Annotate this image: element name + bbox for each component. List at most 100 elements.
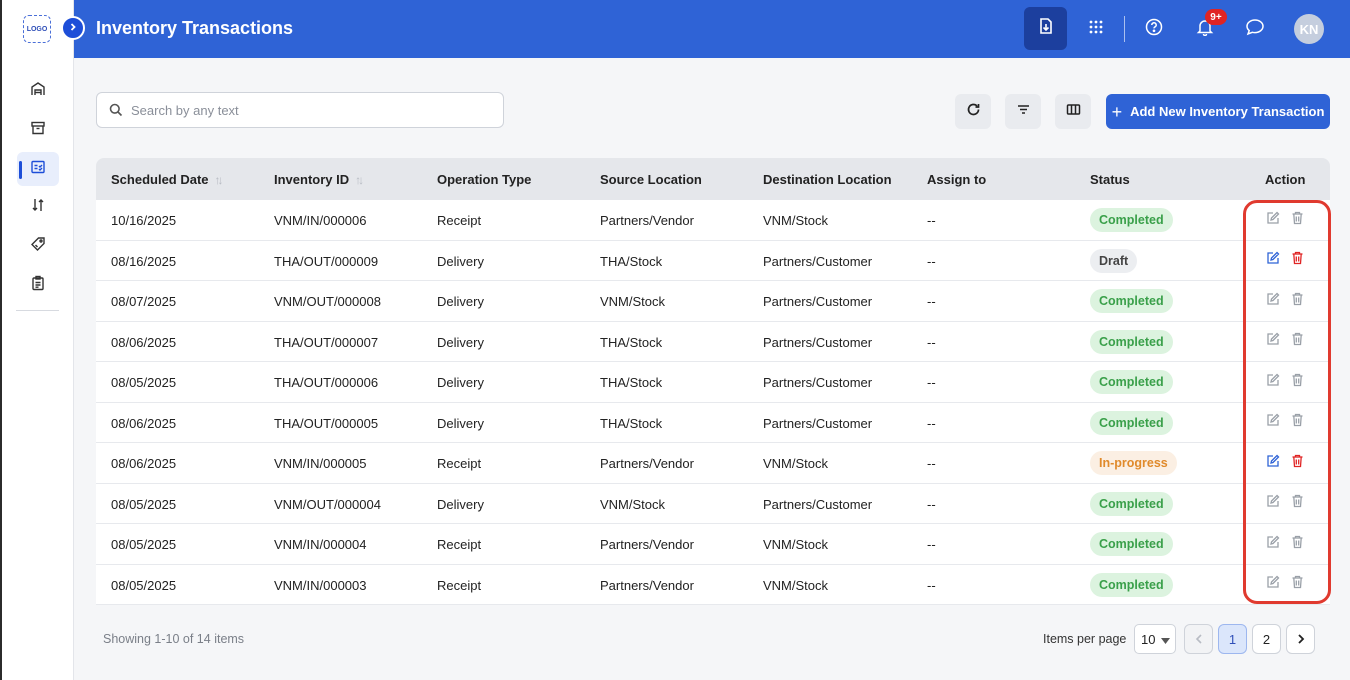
cell-destination-location: Partners/Customer: [763, 415, 873, 431]
status-badge: Completed: [1090, 410, 1173, 435]
search-box[interactable]: [96, 92, 504, 128]
help-icon: [1145, 18, 1163, 41]
items-per-page-select[interactable]: 10: [1134, 624, 1176, 654]
cell-destination-location: Partners/Customer: [763, 294, 873, 309]
next-page-button[interactable]: [1286, 624, 1315, 654]
delete-button[interactable]: [1289, 332, 1305, 350]
delete-button[interactable]: [1289, 292, 1305, 309]
column-header-inventory-id[interactable]: Inventory ID ↑↓: [274, 172, 364, 187]
chat-button[interactable]: [1240, 14, 1270, 44]
table-row[interactable]: 08/06/2025 THA/OUT/000005 Delivery THA/Stoc…: [96, 402, 1330, 443]
cell-destination-location: VNM/Stock: [763, 213, 829, 228]
cell-assign-to: --: [927, 334, 936, 350]
column-header-action: Action: [1265, 172, 1306, 187]
sidebar-divider: [16, 310, 59, 311]
window-edge: [0, 0, 2, 680]
sort-icon[interactable]: ↑↓: [355, 173, 364, 187]
prev-page-button[interactable]: [1184, 624, 1213, 654]
delete-button[interactable]: [1289, 535, 1305, 552]
column-header-destination-location: Destination Location: [763, 172, 892, 187]
edit-button[interactable]: [1265, 454, 1281, 471]
edit-button[interactable]: [1265, 373, 1281, 390]
sidebar-item-reports[interactable]: [17, 268, 59, 302]
app-logo[interactable]: LOGO: [23, 15, 51, 43]
cell-assign-to: --: [927, 375, 936, 390]
download-button[interactable]: [1024, 7, 1067, 50]
cell-destination-location: Partners/Customer: [763, 253, 873, 269]
table-row[interactable]: 10/16/2025 VNM/IN/000006 Receipt Partners/V…: [96, 200, 1330, 241]
column-header-scheduled-date[interactable]: Scheduled Date ↑↓: [111, 172, 224, 187]
cell-scheduled-date: 08/06/2025: [111, 334, 177, 350]
columns-button[interactable]: [1055, 94, 1091, 129]
clipboard-icon: [30, 275, 46, 296]
cell-scheduled-date: 08/05/2025: [111, 537, 177, 552]
sort-icon[interactable]: ↑↓: [215, 173, 224, 187]
add-button-label: Add New Inventory Transaction: [1130, 104, 1325, 119]
cell-source-location: Partners/Vendor: [600, 577, 694, 593]
table-row[interactable]: 08/06/2025 THA/OUT/000007 Delivery THA/Stoc…: [96, 321, 1330, 362]
edit-button[interactable]: [1265, 535, 1281, 552]
refresh-button[interactable]: [955, 94, 991, 129]
transfer-arrows-icon: [30, 197, 46, 218]
user-avatar[interactable]: KN: [1294, 14, 1324, 44]
edit-icon: [1266, 251, 1280, 270]
table-row[interactable]: 08/05/2025 VNM/IN/000004 Receipt Partners/V…: [96, 524, 1330, 565]
add-inventory-transaction-button[interactable]: + Add New Inventory Transaction: [1106, 94, 1330, 129]
edit-button[interactable]: [1265, 332, 1281, 350]
search-input[interactable]: [131, 99, 491, 121]
trash-icon: [1291, 413, 1304, 432]
apps-button[interactable]: [1081, 14, 1111, 44]
delete-button[interactable]: [1289, 373, 1305, 390]
chat-icon: [1245, 18, 1265, 41]
edit-button[interactable]: [1265, 211, 1281, 228]
delete-button[interactable]: [1289, 211, 1305, 228]
table-row[interactable]: 08/16/2025 THA/OUT/000009 Delivery THA/Stoc…: [96, 240, 1330, 281]
delete-button[interactable]: [1289, 575, 1305, 593]
cell-inventory-id: VNM/IN/000006: [274, 213, 367, 228]
page-button-2[interactable]: 2: [1252, 624, 1281, 654]
table-row[interactable]: 08/05/2025 VNM/OUT/000004 Delivery VNM/Stoc…: [96, 483, 1330, 524]
filter-button[interactable]: [1005, 94, 1041, 129]
edit-button[interactable]: [1265, 413, 1281, 431]
sidebar-toggle-button[interactable]: [61, 16, 85, 40]
columns-icon: [1066, 102, 1081, 122]
sidebar-item-inventory-transactions[interactable]: [17, 152, 59, 186]
edit-button[interactable]: [1265, 494, 1281, 513]
cell-source-location: Partners/Vendor: [600, 456, 694, 471]
cell-destination-location: Partners/Customer: [763, 375, 873, 390]
sidebar-item-pricing[interactable]: [17, 229, 59, 263]
edit-icon: [1266, 494, 1280, 513]
apps-grid-icon: [1088, 19, 1104, 40]
sidebar-item-products[interactable]: [17, 113, 59, 147]
chevron-left-icon: [1195, 632, 1203, 647]
table-body: 10/16/2025 VNM/IN/000006 Receipt Partners/V…: [96, 200, 1330, 605]
table-row[interactable]: 08/05/2025 THA/OUT/000006 Delivery THA/Stoc…: [96, 362, 1330, 403]
edit-button[interactable]: [1265, 292, 1281, 309]
delete-button[interactable]: [1289, 413, 1305, 432]
pagination-summary: Showing 1-10 of 14 items: [103, 632, 245, 646]
table-row[interactable]: 08/07/2025 VNM/OUT/000008 Delivery VNM/Stoc…: [96, 281, 1330, 322]
items-per-page-value: 10: [1141, 631, 1156, 647]
cell-inventory-id: THA/OUT/000006: [274, 375, 379, 390]
table-row[interactable]: 08/06/2025 VNM/IN/000005 Receipt Partners/V…: [96, 443, 1330, 484]
page-button-1[interactable]: 1: [1218, 624, 1247, 654]
table-row[interactable]: 08/05/2025 VNM/IN/000003 Receipt Partners/V…: [96, 564, 1330, 605]
page-title: Inventory Transactions: [96, 18, 294, 38]
edit-icon: [1266, 575, 1280, 594]
trash-icon: [1291, 454, 1304, 473]
delete-button[interactable]: [1289, 454, 1305, 473]
status-badge: Completed: [1090, 572, 1173, 597]
items-per-page-label: Items per page: [1043, 632, 1127, 646]
delete-button[interactable]: [1289, 251, 1305, 270]
delete-button[interactable]: [1289, 494, 1305, 512]
cell-destination-location: Partners/Customer: [763, 496, 873, 512]
cell-scheduled-date: 08/05/2025: [111, 375, 177, 390]
trash-icon: [1291, 251, 1304, 270]
sidebar-item-adjustments[interactable]: [17, 190, 59, 224]
refresh-icon: [966, 102, 981, 122]
sidebar-item-warehouse[interactable]: [17, 74, 59, 108]
edit-button[interactable]: [1265, 575, 1281, 594]
help-button[interactable]: [1139, 14, 1169, 44]
edit-button[interactable]: [1265, 251, 1281, 270]
cell-source-location: VNM/Stock: [600, 294, 666, 309]
